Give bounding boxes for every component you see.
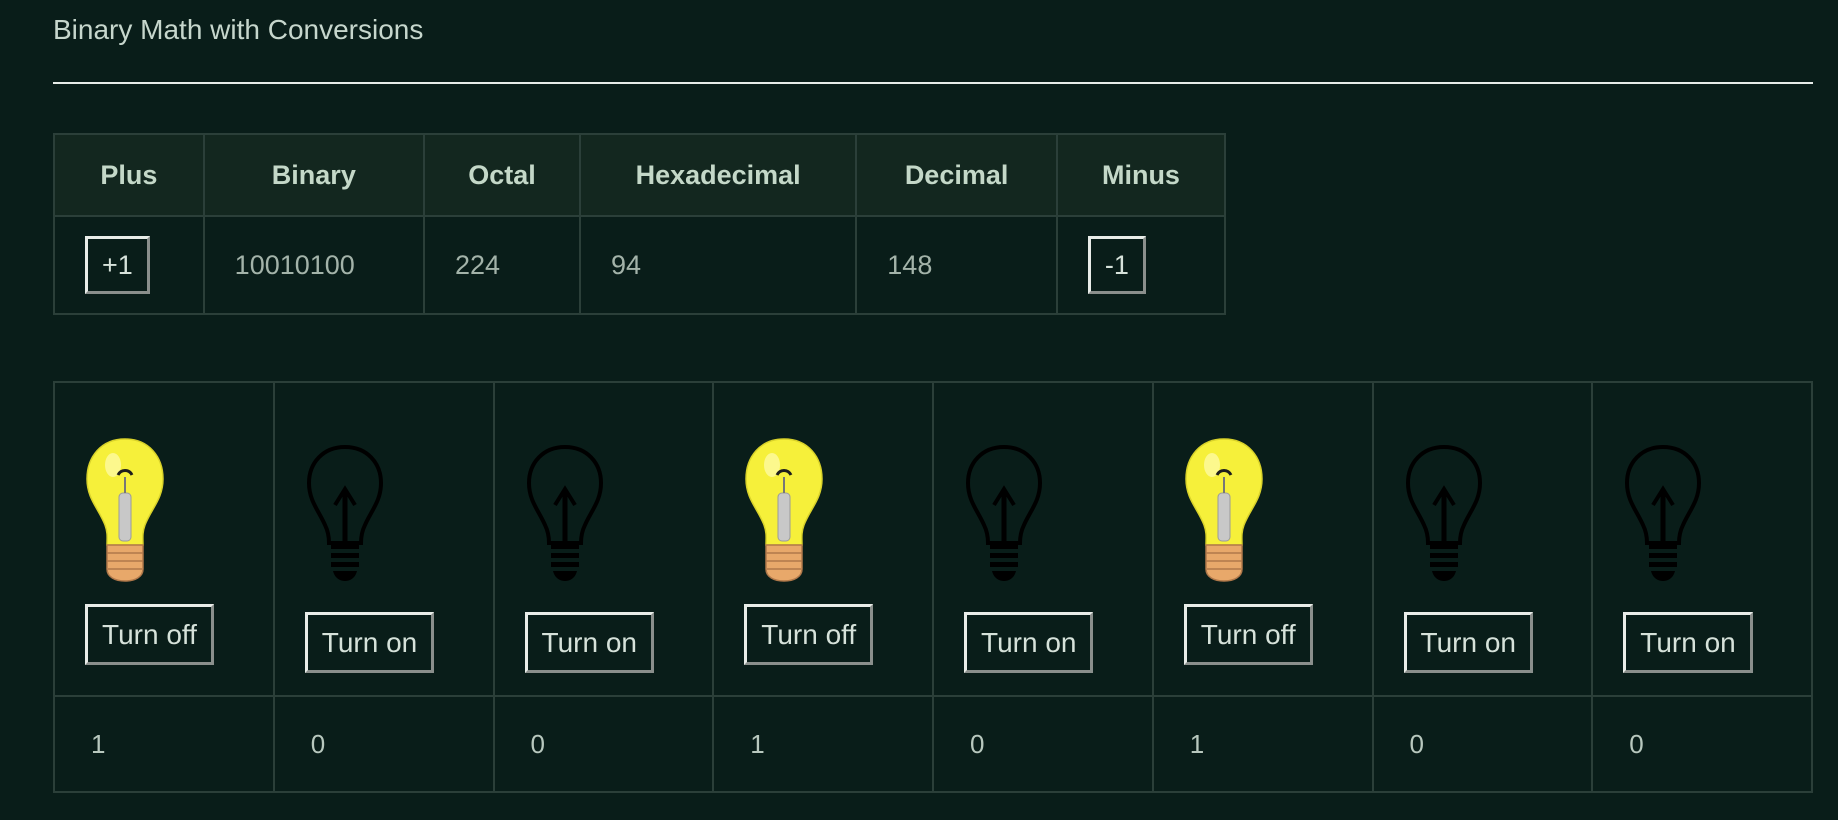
lit-bulb-icon (1182, 435, 1266, 590)
minus-cell: -1 (1055, 215, 1227, 315)
unlit-bulb-icon (1402, 435, 1486, 590)
bit-value: 0 (492, 695, 715, 793)
decimal-value: 148 (855, 215, 1058, 315)
header-decimal: Decimal (855, 133, 1058, 217)
page: Binary Math with Conversions Plus Binary… (0, 0, 1838, 820)
bulb-cell-inner: Turn on (934, 383, 1152, 695)
bulb-cell-inner: Turn off (714, 383, 932, 695)
turn-on-button[interactable]: Turn on (304, 612, 435, 673)
bulb-table: Turn off Turn on Turn on Turn off Turn on Tur… (53, 381, 1813, 793)
decrement-button[interactable]: -1 (1087, 236, 1146, 294)
bulb-cell-inner: Turn off (55, 383, 273, 695)
increment-button[interactable]: +1 (85, 236, 150, 294)
bulb-cell-inner: Turn on (1374, 383, 1592, 695)
bit-value: 0 (272, 695, 495, 793)
header-minus: Minus (1055, 133, 1227, 217)
bit-value: 1 (53, 695, 275, 793)
bulb-cell-inner: Turn on (275, 383, 493, 695)
conversion-header-row: Plus Binary Octal Hexadecimal Decimal Mi… (53, 133, 1227, 217)
binary-value: 10010100 (202, 215, 425, 315)
bulb-cell-inner: Turn on (1593, 383, 1811, 695)
unlit-bulb-icon (962, 435, 1046, 590)
turn-off-button[interactable]: Turn off (85, 604, 214, 665)
unlit-bulb-icon (1621, 435, 1705, 590)
bit-value: 0 (932, 695, 1154, 793)
bit-value: 1 (1151, 695, 1374, 793)
turn-off-button[interactable]: Turn off (1183, 604, 1313, 665)
bulb-cell: Turn on (272, 381, 495, 697)
bit-value: 0 (1371, 695, 1594, 793)
lit-bulb-icon (83, 435, 167, 590)
octal-value: 224 (422, 215, 582, 315)
bulb-cell: Turn off (53, 381, 275, 697)
plus-cell: +1 (53, 215, 205, 315)
bulb-cell: Turn off (712, 381, 934, 697)
conversion-value-row: +1 10010100 224 94 148 -1 (53, 215, 1227, 315)
bulb-cell-inner: Turn off (1154, 383, 1372, 695)
bulb-cell: Turn on (932, 381, 1154, 697)
lit-bulb-icon (742, 435, 826, 590)
header-binary: Binary (202, 133, 425, 217)
header-plus: Plus (53, 133, 205, 217)
header-hexadecimal: Hexadecimal (578, 133, 858, 217)
turn-on-button[interactable]: Turn on (1623, 612, 1753, 673)
bulb-cell: Turn on (492, 381, 715, 697)
header-octal: Octal (422, 133, 582, 217)
page-title: Binary Math with Conversions (53, 14, 424, 45)
turn-on-button[interactable]: Turn on (1403, 612, 1533, 673)
bulb-cell-inner: Turn on (495, 383, 713, 695)
bit-value: 1 (712, 695, 934, 793)
title-divider (53, 82, 1813, 84)
bit-value: 0 (1591, 695, 1813, 793)
hexadecimal-value: 94 (578, 215, 858, 315)
bulb-cell: Turn off (1151, 381, 1374, 697)
turn-on-button[interactable]: Turn on (524, 612, 654, 673)
bit-row: 10010100 (53, 695, 1813, 793)
unlit-bulb-icon (303, 435, 387, 590)
turn-on-button[interactable]: Turn on (964, 612, 1094, 673)
unlit-bulb-icon (523, 435, 607, 590)
bulb-cell: Turn on (1591, 381, 1813, 697)
bulb-row: Turn off Turn on Turn on Turn off Turn on Tur… (53, 381, 1813, 697)
turn-off-button[interactable]: Turn off (744, 604, 874, 665)
bulb-cell: Turn on (1371, 381, 1594, 697)
conversion-table: Plus Binary Octal Hexadecimal Decimal Mi… (53, 133, 1227, 315)
